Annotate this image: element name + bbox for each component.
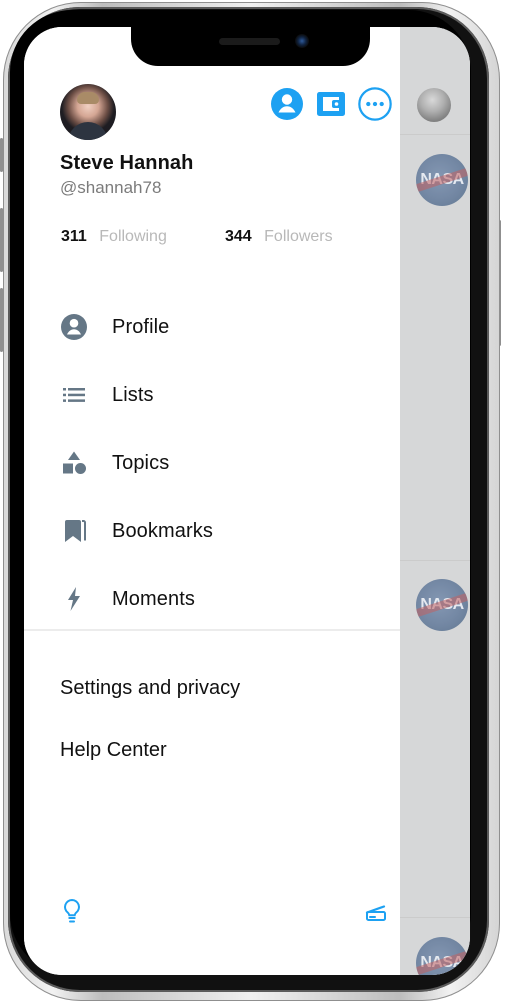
screen-notch bbox=[131, 27, 370, 66]
account-icon[interactable] bbox=[270, 87, 304, 121]
followers-stat[interactable]: 344 Followers bbox=[225, 228, 333, 246]
menu-separator bbox=[24, 629, 400, 631]
following-count: 311 bbox=[61, 228, 87, 245]
following-label: Following bbox=[99, 228, 167, 245]
profile-icon bbox=[60, 313, 88, 341]
feed-divider bbox=[400, 917, 470, 918]
menu-item-profile[interactable]: Profile bbox=[60, 293, 360, 361]
front-camera bbox=[295, 34, 309, 48]
settings-and-privacy-link[interactable]: Settings and privacy bbox=[60, 657, 360, 719]
topics-icon bbox=[60, 449, 88, 477]
menu-item-label: Profile bbox=[112, 315, 170, 338]
feed-divider bbox=[400, 560, 470, 561]
account-actions bbox=[270, 83, 392, 125]
secondary-menu: Settings and privacy Help Center bbox=[60, 657, 360, 781]
followers-count: 344 bbox=[225, 228, 252, 245]
phone-device: NASA NASA NASA Steve Hannah @shannah78 3… bbox=[0, 0, 511, 1005]
lists-icon bbox=[60, 381, 88, 409]
followers-label: Followers bbox=[264, 228, 333, 245]
more-icon[interactable] bbox=[358, 87, 392, 121]
main-menu: Profile Lists Topics Bookmarks Moments bbox=[60, 293, 360, 633]
navigation-drawer: Steve Hannah @shannah78 311 Following 34… bbox=[24, 27, 400, 975]
menu-item-bookmarks[interactable]: Bookmarks bbox=[60, 497, 360, 565]
lightbulb-icon[interactable] bbox=[60, 897, 84, 925]
scan-icon[interactable] bbox=[364, 902, 388, 924]
menu-item-label: Moments bbox=[112, 587, 195, 610]
menu-item-label: Bookmarks bbox=[112, 519, 213, 542]
feed-divider bbox=[400, 134, 470, 135]
background-avatar bbox=[417, 88, 451, 122]
menu-item-label: Topics bbox=[112, 451, 170, 474]
speaker-grille bbox=[219, 38, 280, 45]
nasa-avatar-label: NASA bbox=[420, 171, 464, 188]
nasa-avatar: NASA bbox=[416, 579, 468, 631]
bookmarks-icon bbox=[60, 517, 88, 545]
background-feed: NASA NASA NASA bbox=[400, 27, 470, 975]
following-stat[interactable]: 311 Following bbox=[61, 228, 167, 246]
nasa-avatar: NASA bbox=[416, 937, 468, 975]
wallet-icon[interactable] bbox=[314, 87, 348, 121]
menu-item-moments[interactable]: Moments bbox=[60, 565, 360, 633]
username: @shannah78 bbox=[60, 178, 162, 197]
menu-item-lists[interactable]: Lists bbox=[60, 361, 360, 429]
moments-icon bbox=[60, 585, 88, 613]
app-screen: NASA NASA NASA Steve Hannah @shannah78 3… bbox=[24, 27, 470, 975]
avatar[interactable] bbox=[60, 84, 116, 140]
nasa-avatar-label: NASA bbox=[420, 954, 464, 971]
follow-stats: 311 Following 344 Followers bbox=[61, 228, 351, 250]
help-center-link[interactable]: Help Center bbox=[60, 719, 360, 781]
display-name: Steve Hannah bbox=[60, 152, 194, 174]
nasa-avatar-label: NASA bbox=[420, 596, 464, 613]
nasa-avatar: NASA bbox=[416, 154, 468, 206]
menu-item-topics[interactable]: Topics bbox=[60, 429, 360, 497]
menu-item-label: Lists bbox=[112, 383, 154, 406]
